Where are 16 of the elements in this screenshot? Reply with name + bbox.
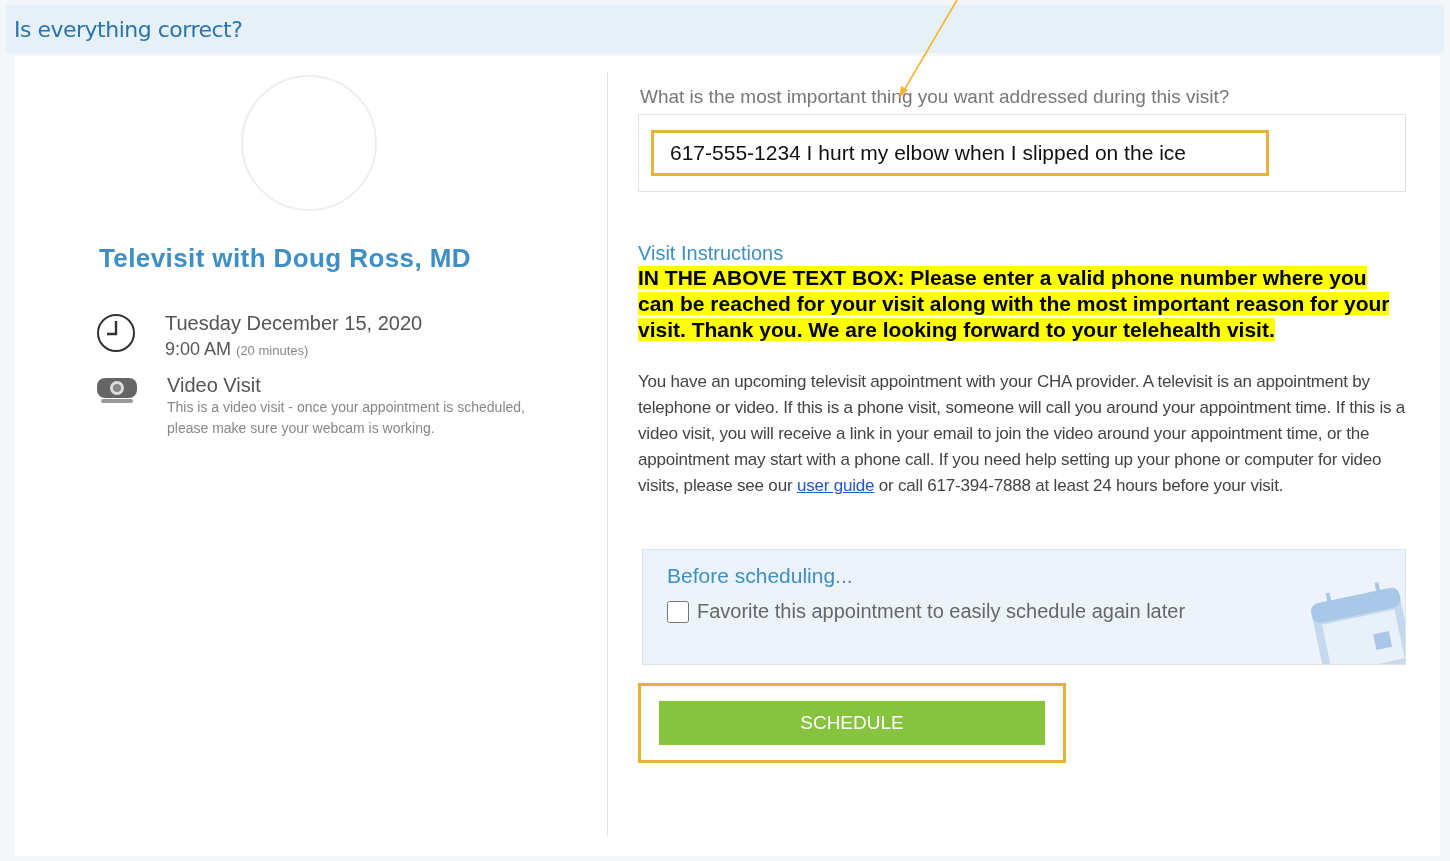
question-label: What is the most important thing you want addressed during this visit?	[640, 86, 1231, 108]
user-guide-link[interactable]: user guide	[796, 476, 875, 495]
answer-field[interactable]: 617-555-1234 I hurt my elbow when I slipped on the ice	[651, 130, 1269, 176]
provider-title: Televisit with Doug Ross, MD	[99, 243, 471, 274]
visit-description: This is a video visit - once your appointment is scheduled, please make sure your webcam is working.	[167, 398, 526, 438]
appointment-time: 9:00 AM (20 minutes)	[165, 339, 310, 360]
before-heading: Before scheduling...	[667, 564, 854, 588]
instructions-paragraph: You have an upcoming televisit appointment with your CHA provider. A televisit is an appointment by telephone or video. If this is a phone visit, someone will call you around your appointment time. If this is a video visit, you will receive a link in your email to join the video around your appointment time, or the appointment may start with a phone call. If you need help setting up your phone or computer for video visits, please see our user guide or call 617-394-7888 at least 24 hours before your visit.	[638, 371, 1406, 497]
page-title: Is everything correct?	[14, 16, 243, 42]
appointment-date: Tuesday December 15, 2020	[165, 312, 423, 335]
instructions-highlight: IN THE ABOVE TEXT BOX: Please enter a valid phone number where you can be reached for your visit along with the most important reason for your visit. Thank you. We are looking forward to your telehealth visit.	[638, 265, 1391, 343]
favorite-label: Favorite this appointment to easily schedule again later	[697, 600, 1186, 623]
favorite-checkbox[interactable]	[667, 600, 689, 623]
instructions-heading: Visit Instructions	[638, 242, 785, 265]
clock-icon	[95, 312, 137, 354]
visit-type: Video Visit	[167, 374, 262, 397]
